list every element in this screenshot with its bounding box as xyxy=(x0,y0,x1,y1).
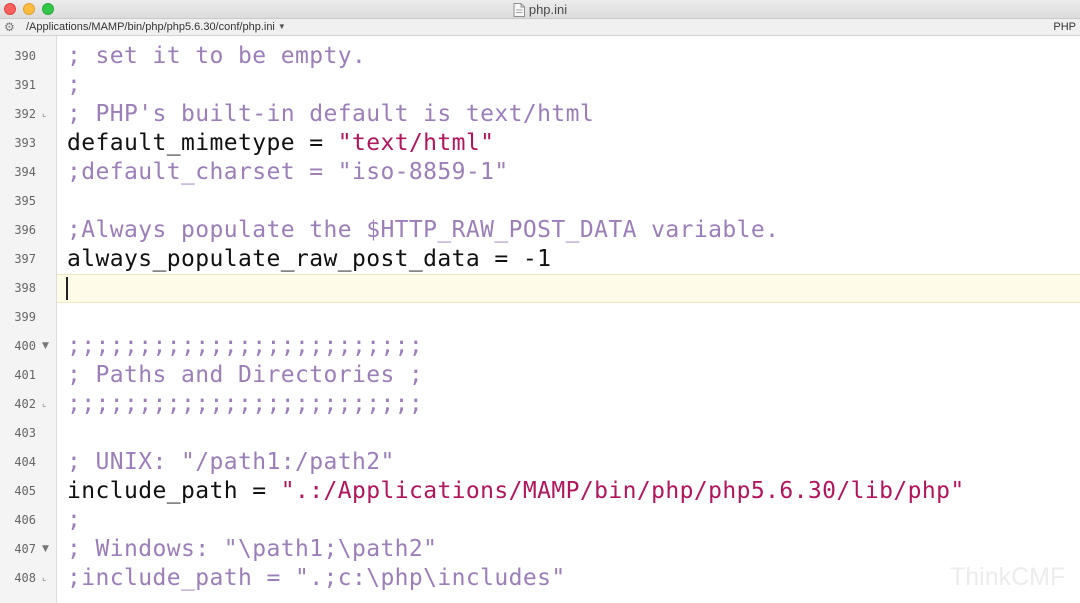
fold-end-icon[interactable]: ⌞ xyxy=(42,390,46,419)
code-line[interactable]: 404 ; UNIX: "/path1:/path2" xyxy=(0,448,1080,477)
code-line[interactable]: 407 ▼ ; Windows: "\path1;\path2" xyxy=(0,535,1080,564)
code-line[interactable]: 398 xyxy=(0,274,1080,303)
code-line[interactable]: 400 ▼;;;;;;;;;;;;;;;;;;;;;;;;; xyxy=(0,332,1080,361)
code-line[interactable]: 406; xyxy=(0,506,1080,535)
line-text: default_mimetype = "text/html" xyxy=(67,129,494,158)
line-text: ; PHP's built-in default is text/html xyxy=(67,100,594,129)
line-number: 396 xyxy=(14,223,36,237)
fold-end-icon[interactable]: ⌞ xyxy=(42,564,46,593)
line-number: 399 xyxy=(14,310,36,324)
line-text: ;;;;;;;;;;;;;;;;;;;;;;;;; xyxy=(67,390,423,419)
line-text: include_path = ".:/Applications/MAMP/bin… xyxy=(67,477,965,506)
file-path-popup[interactable]: /Applications/MAMP/bin/php/php5.6.30/con… xyxy=(26,21,286,33)
plain-token: include_path = xyxy=(67,478,281,504)
plain-token: always_populate_raw_post_data = -1 xyxy=(67,246,552,272)
line-number: 392 xyxy=(14,107,36,121)
line-number: 405 xyxy=(14,484,36,498)
code-line[interactable]: 399 xyxy=(0,303,1080,332)
chevron-down-icon: ▼ xyxy=(277,22,286,31)
syntax-mode-button[interactable]: PHP xyxy=(1053,21,1076,33)
line-number: 406 xyxy=(14,513,36,527)
code-line[interactable]: 391; xyxy=(0,71,1080,100)
gear-icon[interactable]: ⚙ xyxy=(4,20,15,34)
code-line[interactable]: 402 ⌞;;;;;;;;;;;;;;;;;;;;;;;;; xyxy=(0,390,1080,419)
comment-token: ;Always populate the $HTTP_RAW_POST_DATA… xyxy=(67,217,780,243)
line-number: 400 xyxy=(14,339,36,353)
comment-token: ;default_charset = "iso-8859-1" xyxy=(67,159,509,185)
code-line[interactable]: 408 ⌞ ;include_path = ".;c:\php\includes" xyxy=(0,564,1080,593)
plain-token: default_mimetype = xyxy=(67,130,338,156)
comment-token: ; xyxy=(67,507,82,533)
line-number: 407 xyxy=(14,542,36,556)
code-line[interactable]: 403 xyxy=(0,419,1080,448)
line-number: 398 xyxy=(14,281,36,295)
code-line[interactable]: 390 ; set it to be empty. xyxy=(0,42,1080,71)
line-number: 404 xyxy=(14,455,36,469)
line-text: ; xyxy=(67,71,81,100)
line-text: ;Always populate the $HTTP_RAW_POST_DATA… xyxy=(67,216,779,245)
comment-token: ;include_path = ".;c:\php\includes" xyxy=(67,565,566,591)
window-title: php.ini xyxy=(528,2,568,17)
comment-token: ; Paths and Directories ; xyxy=(67,362,424,388)
fold-toggle-icon[interactable]: ▼ xyxy=(42,332,49,361)
code-line[interactable]: 405 include_path = ".:/Applications/MAMP/… xyxy=(0,477,1080,506)
line-text: ; UNIX: "/path1:/path2" xyxy=(67,448,395,477)
line-number: 408 xyxy=(14,571,36,585)
string-token: "text/html" xyxy=(337,130,495,156)
line-text: ;default_charset = "iso-8859-1" xyxy=(67,158,509,187)
line-number: 390 xyxy=(14,49,36,63)
line-number: 403 xyxy=(14,426,36,440)
title-bar: php.ini xyxy=(0,0,1080,19)
comment-token: ; PHP's built-in default is text/html xyxy=(67,101,595,127)
code-line[interactable]: 394 ;default_charset = "iso-8859-1" xyxy=(0,158,1080,187)
line-text: ;include_path = ".;c:\php\includes" xyxy=(67,564,566,593)
line-text: ; xyxy=(67,506,81,535)
code-line[interactable]: 393 default_mimetype = "text/html" xyxy=(0,129,1080,158)
line-text: ; Paths and Directories ; xyxy=(67,361,423,390)
line-number: 397 xyxy=(14,252,36,266)
comment-token: ;;;;;;;;;;;;;;;;;;;;;;;;; xyxy=(67,333,424,359)
string-token: ".:/Applications/MAMP/bin/php/php5.6.30/… xyxy=(280,478,965,504)
comment-token: ;;;;;;;;;;;;;;;;;;;;;;;;; xyxy=(67,391,424,417)
current-line-highlight xyxy=(57,274,1080,303)
comment-token: ; Windows: "\path1;\path2" xyxy=(67,536,438,562)
line-number: 401 xyxy=(14,368,36,382)
line-number: 395 xyxy=(14,194,36,208)
code-line[interactable]: 396 ;Always populate the $HTTP_RAW_POST_D… xyxy=(0,216,1080,245)
fold-toggle-icon[interactable]: ▼ xyxy=(42,535,49,564)
line-text: ; Windows: "\path1;\path2" xyxy=(67,535,437,564)
code-line[interactable]: 397 always_populate_raw_post_data = -1 xyxy=(0,245,1080,274)
text-cursor xyxy=(66,277,68,300)
line-text: ; set it to be empty. xyxy=(67,42,366,71)
path-bar: ⚙ /Applications/MAMP/bin/php/php5.6.30/c… xyxy=(0,19,1080,36)
file-path: /Applications/MAMP/bin/php/php5.6.30/con… xyxy=(26,21,275,33)
line-text: ;;;;;;;;;;;;;;;;;;;;;;;;; xyxy=(67,332,423,361)
document-icon xyxy=(513,2,525,17)
line-text: always_populate_raw_post_data = -1 xyxy=(67,245,551,274)
code-editor[interactable]: 390; set it to be empty. 391; 392 ⌞; PHP's … xyxy=(0,36,1080,603)
code-line[interactable]: 401 ; Paths and Directories ; xyxy=(0,361,1080,390)
watermark: ThinkCMF xyxy=(950,563,1066,591)
line-number: 393 xyxy=(14,136,36,150)
line-number: 391 xyxy=(14,78,36,92)
line-number: 394 xyxy=(14,165,36,179)
comment-token: ; xyxy=(67,72,82,98)
comment-token: ; set it to be empty. xyxy=(67,43,367,69)
code-line[interactable]: 392 ⌞ ; PHP's built-in default is text/htm… xyxy=(0,100,1080,129)
code-line[interactable]: 395 xyxy=(0,187,1080,216)
comment-token: ; UNIX: "/path1:/path2" xyxy=(67,449,395,475)
fold-end-icon[interactable]: ⌞ xyxy=(42,100,46,129)
line-number: 402 xyxy=(14,397,36,411)
